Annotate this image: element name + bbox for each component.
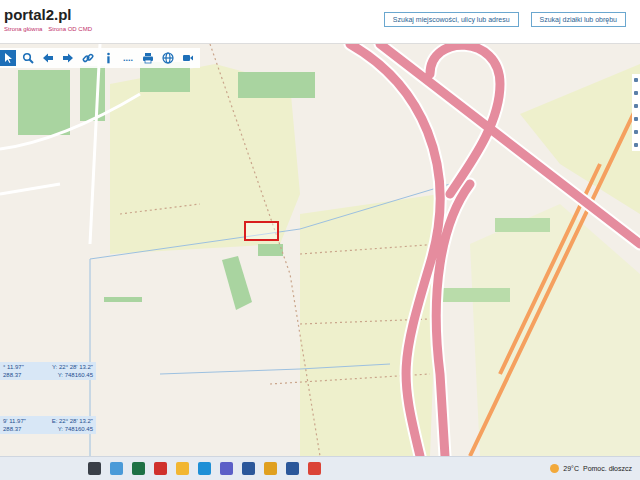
toolbar-button[interactable] xyxy=(0,50,16,66)
forest xyxy=(440,288,510,302)
x-coordinate: 288.37 xyxy=(3,426,21,432)
coordinates-row: 288.37 Y: 748160.45 xyxy=(3,426,93,432)
toolbar-button[interactable] xyxy=(100,50,116,66)
coordinates-panel: 9' 11.97" E: 22° 28' 13.2" 288.37 Y: 748160… xyxy=(0,416,96,434)
toolbar-button[interactable] xyxy=(140,50,156,66)
forest xyxy=(18,70,70,135)
forest xyxy=(80,66,105,121)
side-tool-icon[interactable] xyxy=(634,130,638,134)
header-link[interactable]: Strona główna xyxy=(4,26,42,32)
back-icon xyxy=(42,52,54,64)
path xyxy=(120,44,440,456)
search-button[interactable]: Szukaj działki lub obrębu xyxy=(531,12,626,27)
search-button[interactable]: Szukaj miejscowości, ulicy lub adresu xyxy=(384,12,519,27)
parcel-marker[interactable] xyxy=(245,222,278,240)
app-icon[interactable] xyxy=(242,462,255,475)
side-tool-icon[interactable] xyxy=(634,91,638,95)
video-icon xyxy=(182,52,194,64)
latitude: 9' 11.97" xyxy=(3,418,26,424)
app-icon[interactable] xyxy=(264,462,277,475)
app-icon[interactable] xyxy=(198,462,211,475)
latitude: ° 11.97" xyxy=(3,364,24,370)
side-tool-icon[interactable] xyxy=(634,104,638,108)
toolbar-button[interactable] xyxy=(80,50,96,66)
toolbar-button[interactable]: .... xyxy=(120,50,136,66)
cursor-icon xyxy=(2,52,14,64)
taskbar: 29°C Pomoc. dłoszcz xyxy=(0,456,640,480)
taskbar-apps xyxy=(88,462,321,475)
forest xyxy=(238,72,315,98)
print-icon xyxy=(142,52,154,64)
forest xyxy=(104,297,142,302)
weather-icon xyxy=(550,464,559,473)
map-canvas[interactable] xyxy=(0,44,640,456)
app-icon[interactable] xyxy=(220,462,233,475)
zoom-icon xyxy=(22,52,34,64)
field xyxy=(470,204,640,456)
info-icon xyxy=(102,52,114,64)
coordinates-row: 288.37 Y: 748160.45 xyxy=(3,372,93,378)
forward-icon xyxy=(62,52,74,64)
y-coordinate: Y: 748160.45 xyxy=(58,372,93,378)
toolbar-button[interactable] xyxy=(60,50,76,66)
brand: portal2.pl Strona główna Strona OD CMD xyxy=(4,6,92,32)
side-panel xyxy=(632,74,640,151)
toolbar-button[interactable] xyxy=(160,50,176,66)
map[interactable]: .... ° 11.97" Y: 22° 28' 13.2" 288.37 Y: 748… xyxy=(0,44,640,456)
side-tool-icon[interactable] xyxy=(634,117,638,121)
coordinates-row: 9' 11.97" E: 22° 28' 13.2" xyxy=(3,418,93,424)
header: portal2.pl Strona główna Strona OD CMD Szuk… xyxy=(0,0,640,44)
side-tool-icon[interactable] xyxy=(634,143,638,147)
app-icon[interactable] xyxy=(176,462,189,475)
header-links: Strona główna Strona OD CMD xyxy=(4,26,92,32)
longitude: E: 22° 28' 13.2" xyxy=(52,418,93,424)
longitude: Y: 22° 28' 13.2" xyxy=(52,364,93,370)
y-coordinate: Y: 748160.45 xyxy=(58,426,93,432)
link-icon xyxy=(82,52,94,64)
app-icon[interactable] xyxy=(286,462,299,475)
search-buttons: Szukaj miejscowości, ulicy lub adresu Szu… xyxy=(384,6,626,27)
coordinates-panel: ° 11.97" Y: 22° 28' 13.2" 288.37 Y: 748160.… xyxy=(0,362,96,380)
toolbar-button[interactable] xyxy=(20,50,36,66)
app-icon[interactable] xyxy=(132,462,145,475)
app-icon[interactable] xyxy=(110,462,123,475)
globe-icon xyxy=(162,52,174,64)
weather[interactable]: 29°C Pomoc. dłoszcz xyxy=(550,464,632,473)
header-link[interactable]: Strona OD CMD xyxy=(48,26,92,32)
motorway xyxy=(350,44,640,456)
road xyxy=(470,100,640,456)
toolbar-button[interactable] xyxy=(40,50,56,66)
x-coordinate: 288.37 xyxy=(3,372,21,378)
stream xyxy=(90,184,450,456)
app-icon[interactable] xyxy=(154,462,167,475)
forest xyxy=(495,218,550,232)
logo[interactable]: portal2.pl xyxy=(4,6,92,24)
side-tool-icon[interactable] xyxy=(634,78,638,82)
app-window: portal2.pl Strona główna Strona OD CMD Szuk… xyxy=(0,0,640,480)
forest xyxy=(222,256,252,310)
weather-text: Pomoc. dłoszcz xyxy=(583,465,632,472)
app-icon[interactable] xyxy=(308,462,321,475)
app-icon[interactable] xyxy=(88,462,101,475)
temperature: 29°C xyxy=(563,465,579,472)
coordinates-row: ° 11.97" Y: 22° 28' 13.2" xyxy=(3,364,93,370)
toolbar: .... xyxy=(0,48,200,68)
toolbar-button[interactable] xyxy=(180,50,196,66)
more-label[interactable]: .... xyxy=(123,53,133,63)
forest xyxy=(258,244,283,256)
